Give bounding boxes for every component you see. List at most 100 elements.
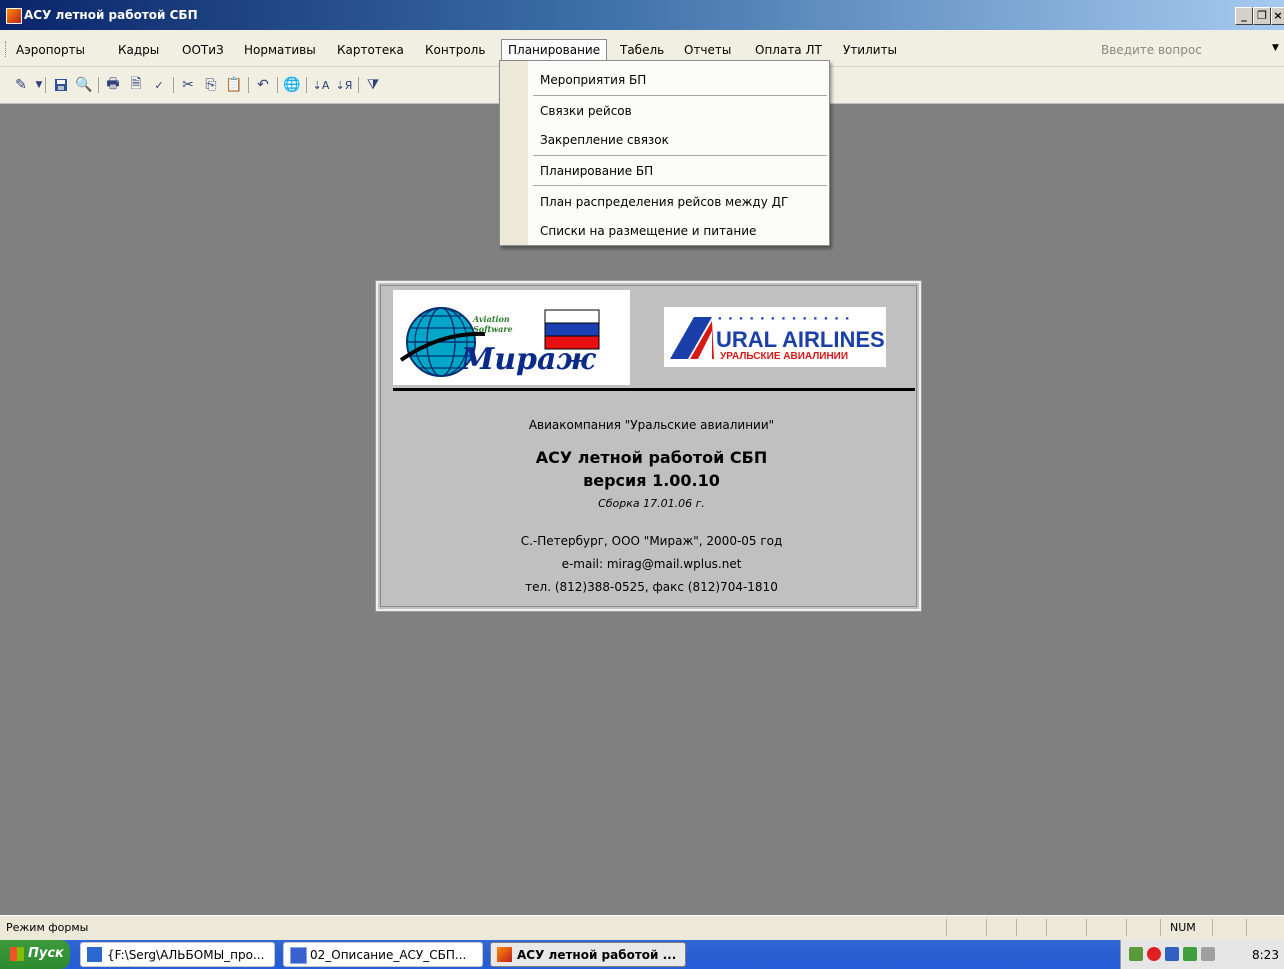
status-panel <box>1126 919 1127 936</box>
window-title: АСУ летной работой СБП <box>24 8 198 22</box>
chevron-down-icon[interactable]: ▼ <box>1272 43 1279 53</box>
ural-airlines-name: URAL AIRLINES <box>716 327 885 352</box>
copy-icon[interactable]: ⎘ <box>202 76 220 94</box>
taskbar-item-asu[interactable]: АСУ летной работой ... <box>490 942 686 967</box>
menu-item-link-assignment[interactable]: Закрепление связок <box>540 133 669 147</box>
toolbar-separator <box>306 77 307 93</box>
spelling-icon[interactable]: ✓ <box>150 76 168 94</box>
menu-staff[interactable]: Кадры <box>118 43 159 57</box>
build-date: Сборка 17.01.06 г. <box>598 497 705 510</box>
network-icon[interactable] <box>1129 947 1143 961</box>
close-button[interactable]: × <box>1271 7 1284 25</box>
taskbar: Пуск {F:\Serg\АЛЬБОМЫ_про... 02_Описание… <box>0 940 1284 969</box>
menubar-grip[interactable] <box>5 41 8 57</box>
mirage-logo-text: Мираж <box>461 342 596 377</box>
phone-text: тел. (812)388-0525, факс (812)704-1810 <box>525 580 778 594</box>
filter-icon[interactable]: ⧩ <box>364 76 382 94</box>
word-document-icon <box>290 947 307 964</box>
status-panel <box>1212 919 1213 936</box>
menu-item-events-bp[interactable]: Мероприятия БП <box>540 73 646 87</box>
menu-item-accommodation-lists[interactable]: Списки на размещение и питание <box>540 224 756 238</box>
ural-dots: ▪▪▪▪▪▪▪▪▪▪▪▪▪ <box>718 315 856 322</box>
menu-item-planning-bp[interactable]: Планирование БП <box>540 164 653 178</box>
menu-control[interactable]: Контроль <box>425 43 485 57</box>
sort-ascending-icon[interactable]: ⇣A <box>312 76 330 94</box>
menu-separator <box>533 185 827 186</box>
mirage-logo: Aviation Software Мираж <box>393 290 630 385</box>
splash-panel: Aviation Software Мираж ▪▪▪▪▪▪▪▪▪▪▪▪▪ UR… <box>375 280 922 612</box>
monitor-icon[interactable] <box>1165 947 1179 961</box>
menu-item-flight-distribution[interactable]: План распределения рейсов между ДГ <box>540 195 788 209</box>
print-icon[interactable]: 🖶 <box>104 76 122 94</box>
toolbar-separator <box>248 77 249 93</box>
airline-name: Авиакомпания "Уральские авиалинии" <box>528 418 775 432</box>
copyright-text: С.-Петербург, ООО "Мираж", 2000-05 год <box>520 534 783 548</box>
menu-timesheet[interactable]: Табель <box>620 43 664 57</box>
menu-separator <box>533 95 827 96</box>
menu-norms[interactable]: Нормативы <box>244 43 316 57</box>
hyperlink-icon[interactable]: 🌐 <box>283 76 301 94</box>
task-label: АСУ летной работой ... <box>517 948 677 962</box>
menu-separator <box>533 155 827 156</box>
question-input[interactable]: Введите вопрос <box>1101 43 1202 57</box>
menu-utilities[interactable]: Утилиты <box>843 43 897 57</box>
status-panel <box>946 919 947 936</box>
mirage-software-text: Software <box>473 324 513 334</box>
folder-icon <box>87 947 102 962</box>
mirage-aviation-text: Aviation <box>473 314 510 324</box>
cut-icon[interactable]: ✂ <box>179 76 197 94</box>
menu-item-flight-links[interactable]: Связки рейсов <box>540 104 632 118</box>
minimize-button[interactable]: _ <box>1235 7 1253 25</box>
status-bar: Режим формы NUM <box>0 915 1284 940</box>
restore-button[interactable]: ❐ <box>1253 7 1271 25</box>
email-text: e-mail: mirag@mail.wplus.net <box>561 557 742 571</box>
start-button[interactable]: Пуск <box>0 940 70 969</box>
app-version: версия 1.00.10 <box>583 471 720 490</box>
menu-pay[interactable]: Оплата ЛТ <box>755 43 822 57</box>
status-panel <box>1246 919 1247 936</box>
undo-icon[interactable]: ↶ <box>254 76 272 94</box>
app-icon <box>497 947 512 962</box>
menu-planning[interactable]: Планирование <box>501 39 608 60</box>
planning-dropdown-menu: Мероприятия БП Связки рейсов Закрепление… <box>499 60 830 246</box>
taskbar-item-word[interactable]: 02_Описание_АСУ_СБП... <box>283 942 483 967</box>
users-icon[interactable] <box>1183 947 1197 961</box>
status-panel <box>986 919 987 936</box>
status-panel <box>1086 919 1087 936</box>
clock[interactable]: 8:23 <box>1252 948 1279 962</box>
status-panel <box>1046 919 1047 936</box>
design-view-icon[interactable]: ✎ <box>12 76 30 94</box>
num-lock-indicator: NUM <box>1170 921 1196 934</box>
splash-inner: Aviation Software Мираж ▪▪▪▪▪▪▪▪▪▪▪▪▪ UR… <box>380 285 917 607</box>
menu-ootiz[interactable]: ООТиЗ <box>182 43 224 57</box>
task-label: {F:\Serg\АЛЬБОМЫ_про... <box>107 948 265 962</box>
toolbar-separator <box>45 77 46 93</box>
status-mode: Режим формы <box>6 921 89 934</box>
start-label: Пуск <box>28 946 64 961</box>
taskbar-item-explorer[interactable]: {F:\Serg\АЛЬБОМЫ_про... <box>80 942 275 967</box>
save-icon[interactable] <box>52 76 70 94</box>
print-preview-icon[interactable]: 🗎 <box>127 76 145 94</box>
status-panel <box>1160 919 1161 936</box>
sort-descending-icon[interactable]: ⇣Я <box>335 76 353 94</box>
menu-cards[interactable]: Картотека <box>337 43 404 57</box>
search-database-icon[interactable]: 🔍 <box>75 76 93 94</box>
antivirus-icon[interactable] <box>1147 947 1161 961</box>
toolbar-separator <box>98 77 99 93</box>
title-bar: АСУ летной работой СБП _ ❐ × <box>0 0 1284 30</box>
menu-reports[interactable]: Отчеты <box>684 43 731 57</box>
status-panel <box>1016 919 1017 936</box>
toolbar-separator <box>277 77 278 93</box>
task-label: 02_Описание_АСУ_СБП... <box>310 948 467 962</box>
ural-airlines-logo: ▪▪▪▪▪▪▪▪▪▪▪▪▪ URAL AIRLINES УРАЛЬСКИЕ АВ… <box>664 307 886 367</box>
toolbar-separator <box>358 77 359 93</box>
toolbar-separator <box>173 77 174 93</box>
app-icon <box>6 8 22 24</box>
ural-airlines-subname: УРАЛЬСКИЕ АВИАЛИНИИ <box>720 351 849 362</box>
app-title: АСУ летной работой СБП <box>535 448 768 467</box>
menu-airports[interactable]: Аэропорты <box>16 43 85 57</box>
sync-icon[interactable] <box>1201 947 1215 961</box>
paste-icon[interactable]: 📋 <box>225 76 243 94</box>
windows-logo-icon <box>10 947 24 961</box>
splash-divider <box>393 388 915 391</box>
